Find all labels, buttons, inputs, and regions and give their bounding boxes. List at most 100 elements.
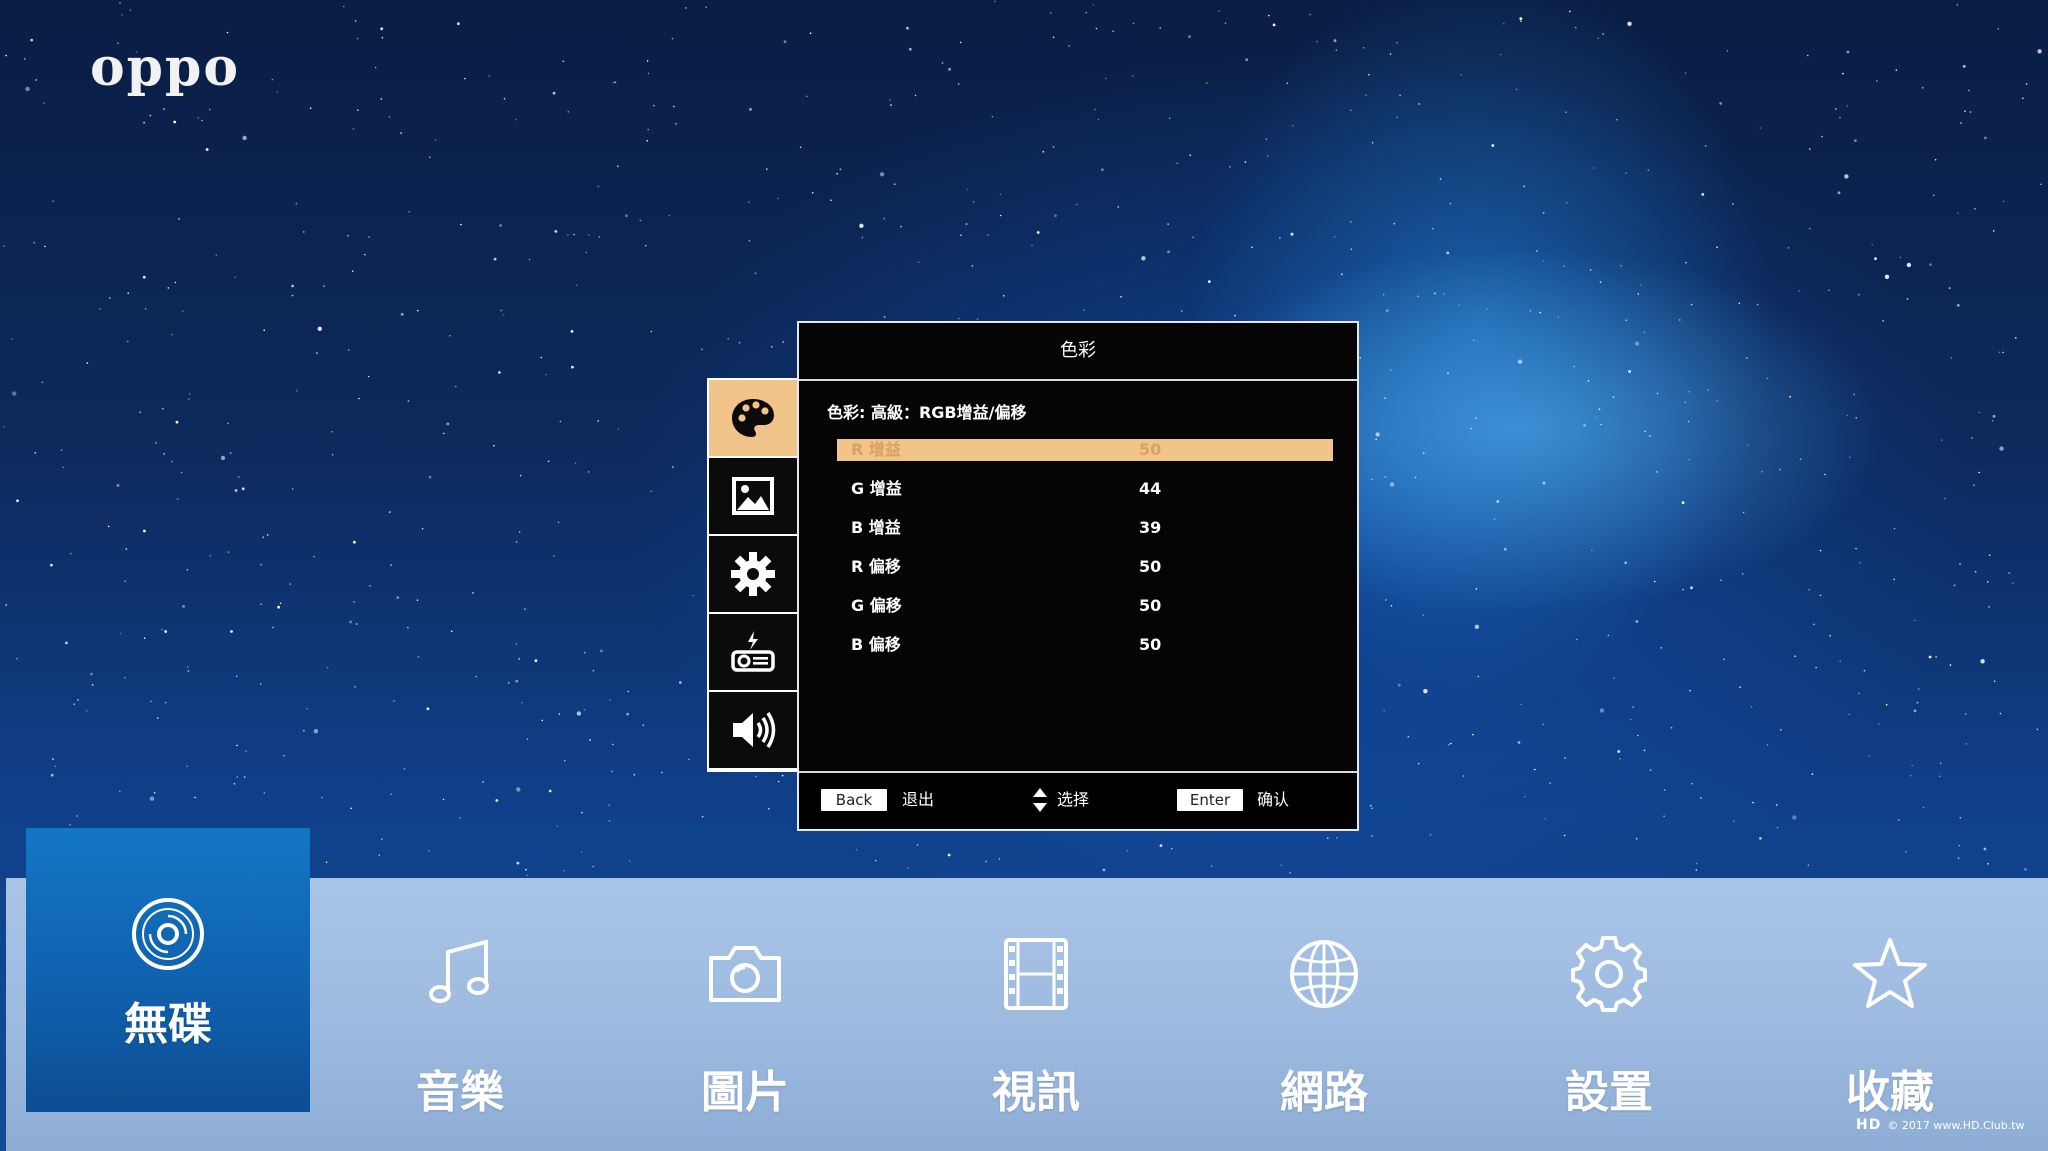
star — [1846, 50, 1850, 54]
star — [1874, 257, 1877, 261]
star — [557, 521, 560, 524]
tab-audio[interactable] — [709, 692, 797, 768]
menu-item-settings[interactable]: 設置 — [1467, 878, 1751, 1151]
star — [1780, 728, 1782, 731]
tab-projector[interactable] — [709, 614, 797, 690]
star — [1978, 411, 1981, 414]
menu-item-photos[interactable]: 圖片 — [603, 878, 887, 1151]
star — [917, 261, 920, 264]
star — [1083, 309, 1085, 312]
star — [124, 580, 126, 582]
star — [567, 234, 569, 236]
star — [52, 200, 54, 202]
star — [227, 422, 229, 425]
menu-item-no-disc[interactable]: 無碟 — [26, 828, 310, 1112]
setting-label: B 偏移 — [851, 635, 901, 654]
tab-color[interactable] — [709, 380, 797, 456]
setting-row-g-gain[interactable]: G 增益 44 — [837, 478, 1333, 500]
star — [357, 109, 359, 111]
star — [1656, 392, 1659, 395]
star — [1984, 136, 1987, 140]
star — [972, 200, 975, 203]
enter-key[interactable]: Enter — [1177, 789, 1243, 811]
star — [1939, 762, 1942, 765]
star — [1359, 357, 1361, 359]
star — [1534, 768, 1536, 771]
star — [1117, 206, 1119, 208]
star — [1245, 58, 1249, 62]
star — [149, 114, 152, 117]
setting-row-b-offset[interactable]: B 偏移 50 — [837, 634, 1333, 656]
star — [1916, 701, 1919, 704]
tab-picture[interactable] — [709, 458, 797, 534]
menu-item-network[interactable]: 網路 — [1182, 878, 1466, 1151]
watermark-logo: HD — [1856, 1117, 1882, 1133]
star — [229, 452, 232, 454]
setting-row-r-gain[interactable]: R 增益 50 — [837, 439, 1333, 461]
star — [291, 488, 294, 490]
star — [1234, 314, 1236, 317]
back-key[interactable]: Back — [821, 789, 887, 811]
star — [1316, 40, 1318, 43]
star — [1759, 837, 1762, 840]
star — [2002, 200, 2005, 203]
setting-label: G 增益 — [851, 479, 902, 498]
star — [515, 541, 518, 543]
star — [1583, 424, 1586, 427]
star — [1244, 161, 1247, 163]
star — [1620, 264, 1622, 267]
setting-row-b-gain[interactable]: B 增益 39 — [837, 517, 1333, 539]
setting-row-g-offset[interactable]: G 偏移 50 — [837, 595, 1333, 617]
star — [627, 690, 630, 693]
setting-row-r-offset[interactable]: R 偏移 50 — [837, 556, 1333, 578]
star — [1846, 414, 1848, 417]
star — [1663, 815, 1665, 817]
star — [1670, 727, 1673, 729]
star — [571, 365, 574, 369]
star — [1949, 664, 1952, 666]
star — [1496, 500, 1500, 503]
star — [1477, 675, 1480, 678]
star — [1599, 281, 1602, 283]
star — [754, 272, 757, 275]
star — [906, 26, 909, 30]
star — [685, 7, 687, 9]
osd-footer: Back 退出 选择 Enter 确认 — [799, 771, 1357, 829]
star — [672, 466, 674, 468]
star — [417, 655, 420, 658]
tab-settings[interactable] — [709, 536, 797, 612]
star — [351, 270, 354, 273]
star — [521, 701, 523, 704]
star — [1460, 73, 1462, 76]
star — [1858, 293, 1860, 296]
star — [488, 75, 491, 77]
star — [883, 217, 885, 220]
palette-icon — [732, 399, 774, 437]
star — [592, 865, 594, 868]
star — [458, 817, 461, 819]
star — [1716, 400, 1718, 402]
star — [1913, 709, 1917, 713]
back-hint: 退出 — [902, 790, 935, 809]
star — [1350, 221, 1352, 223]
star — [1384, 397, 1386, 400]
star — [540, 356, 543, 359]
star — [1660, 647, 1663, 649]
star — [236, 776, 238, 778]
star — [1898, 819, 1900, 821]
star — [1695, 869, 1698, 871]
star — [890, 104, 892, 106]
star — [1957, 857, 1960, 859]
star — [1564, 757, 1566, 759]
star — [1723, 658, 1725, 661]
star — [1987, 863, 1989, 865]
star — [1517, 741, 1521, 744]
star — [1978, 471, 1980, 474]
menu-item-video[interactable]: 視訊 — [894, 878, 1178, 1151]
menu-item-favorites[interactable]: 收藏 — [1748, 878, 2032, 1151]
star — [353, 601, 355, 603]
star — [187, 666, 189, 668]
star — [1819, 594, 1822, 597]
star — [1371, 807, 1373, 810]
menu-item-music[interactable]: 音樂 — [318, 878, 602, 1151]
